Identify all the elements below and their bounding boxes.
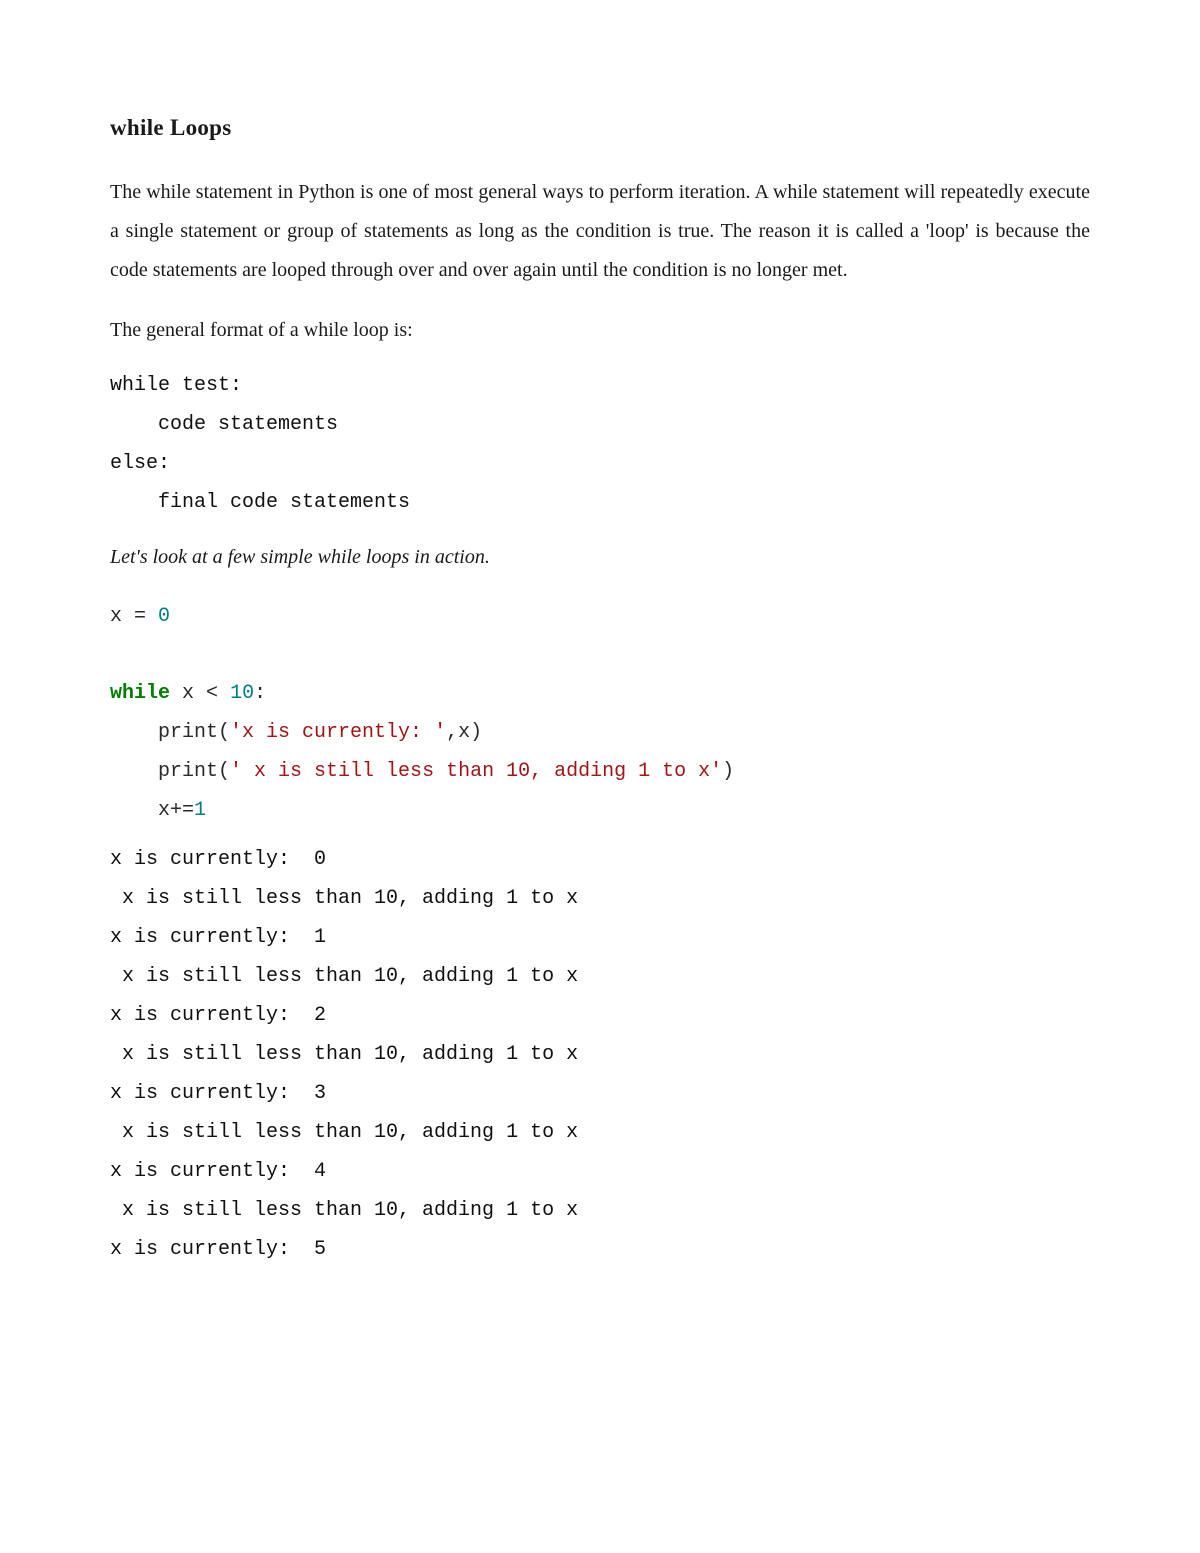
number-literal: 0 (158, 605, 170, 628)
code-output: x is currently: 0 x is still less than 1… (110, 840, 1090, 1269)
operator-equals: = (134, 605, 146, 628)
spacer (110, 646, 1090, 674)
code-text: ,x) (446, 721, 482, 744)
string-literal: 'x is currently: ' (230, 721, 446, 744)
document-page: while Loops The while statement in Pytho… (0, 0, 1200, 1553)
format-code-block: while test: code statements else: final … (110, 366, 1090, 522)
code-text: ) (722, 760, 734, 783)
intro-paragraph: The while statement in Python is one of … (110, 173, 1090, 290)
string-literal: ' x is still less than 10, adding 1 to x… (230, 760, 722, 783)
code-text: x (110, 799, 170, 822)
code-assignment: x = 0 (110, 597, 1090, 636)
operator-lt: < (206, 682, 218, 705)
format-intro: The general format of a while loop is: (110, 314, 1090, 346)
example-intro: Let's look at a few simple while loops i… (110, 546, 1090, 569)
code-text: x (170, 682, 206, 705)
operator-plus-equals: += (170, 799, 194, 822)
code-text: print( (110, 721, 230, 744)
section-heading: while Loops (110, 115, 1090, 141)
colon: : (254, 682, 266, 705)
code-text (218, 682, 230, 705)
code-text: x (110, 605, 134, 628)
code-text (146, 605, 158, 628)
number-literal: 1 (194, 799, 206, 822)
code-while-loop: while x < 10: print('x is currently: ',x… (110, 674, 1090, 830)
keyword-while: while (110, 682, 170, 705)
code-text: print( (110, 760, 230, 783)
number-literal: 10 (230, 682, 254, 705)
